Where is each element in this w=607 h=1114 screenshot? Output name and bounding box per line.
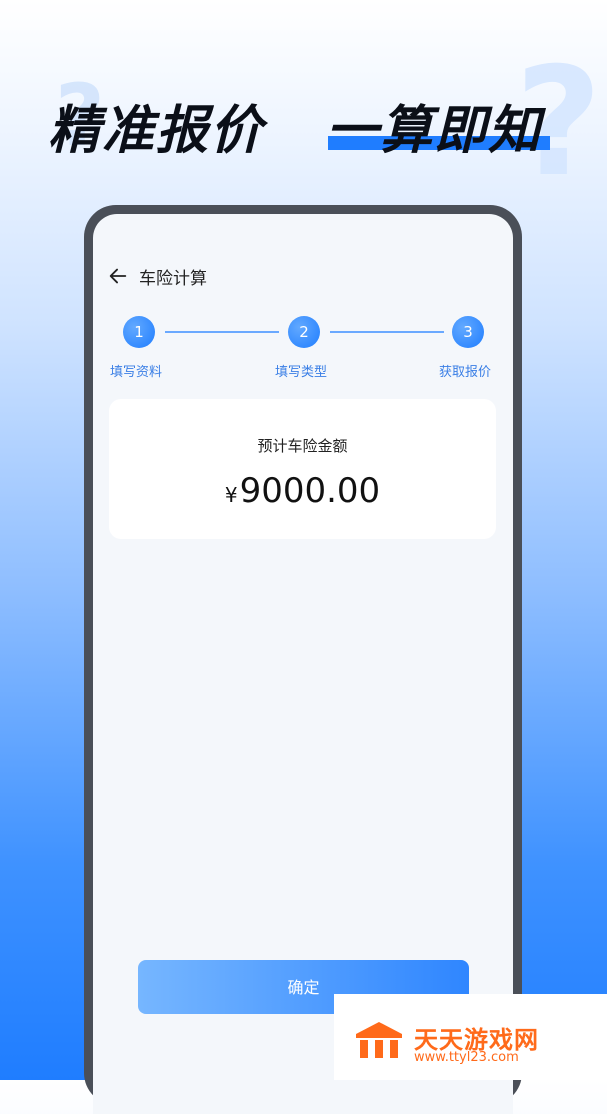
watermark-url: www.ttyl23.com xyxy=(414,1050,519,1065)
headline-right-wrap: 一算即知 xyxy=(326,88,550,163)
progress-steps: 1 2 3 填写资料 填写类型 获取报价 xyxy=(93,316,513,386)
amount-value: 9000.00 xyxy=(239,471,381,511)
step-2-label: 填写类型 xyxy=(275,365,328,380)
step-1-indicator: 1 xyxy=(123,316,155,348)
app-screen: 车险计算 1 2 3 填写资料 填写类型 获取报价 预计车险金额 ¥9000.0… xyxy=(93,214,513,1114)
headline-right: 一算即知 xyxy=(326,101,543,161)
quote-card: 预计车险金额 ¥9000.00 xyxy=(109,399,496,539)
headline-left: 精准报价 xyxy=(48,101,265,161)
step-1-label: 填写资料 xyxy=(110,365,163,380)
back-arrow-icon[interactable] xyxy=(107,265,129,287)
page-title: 车险计算 xyxy=(139,268,207,289)
nav-bar: 车险计算 xyxy=(107,264,207,289)
watermark-logo-icon xyxy=(356,1022,402,1058)
step-3-label: 获取报价 xyxy=(439,365,492,380)
site-watermark: 天天游戏网 www.ttyl23.com xyxy=(334,994,607,1080)
step-2-indicator: 2 xyxy=(288,316,320,348)
step-connector xyxy=(330,331,444,333)
step-3-indicator: 3 xyxy=(452,316,484,348)
phone-frame: 车险计算 1 2 3 填写资料 填写类型 获取报价 预计车险金额 ¥9000.0… xyxy=(84,205,522,1114)
quote-amount: ¥9000.00 xyxy=(109,471,496,511)
step-connector xyxy=(165,331,279,333)
promo-headline: ? ? 精准报价 一算即知 xyxy=(0,36,607,210)
quote-title: 预计车险金额 xyxy=(257,437,348,455)
currency-symbol: ¥ xyxy=(224,483,238,507)
